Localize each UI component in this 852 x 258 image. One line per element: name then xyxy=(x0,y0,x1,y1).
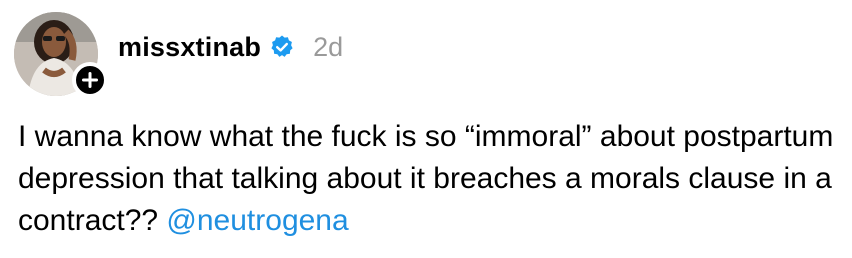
post-body-text: I wanna know what the fuck is so “immora… xyxy=(18,120,834,237)
plus-icon xyxy=(82,72,98,88)
timestamp: 2d xyxy=(313,31,344,62)
post-body: I wanna know what the fuck is so “immora… xyxy=(18,116,848,242)
verified-badge-icon xyxy=(269,34,295,60)
username[interactable]: missxtinab xyxy=(118,32,261,63)
follow-button[interactable] xyxy=(72,62,108,98)
post-header: missxtinab 2d xyxy=(118,30,343,64)
avatar-container xyxy=(14,12,108,98)
post: missxtinab 2d I wanna know what the fuck… xyxy=(0,0,852,258)
mention-link[interactable]: @neutrogena xyxy=(166,204,348,237)
